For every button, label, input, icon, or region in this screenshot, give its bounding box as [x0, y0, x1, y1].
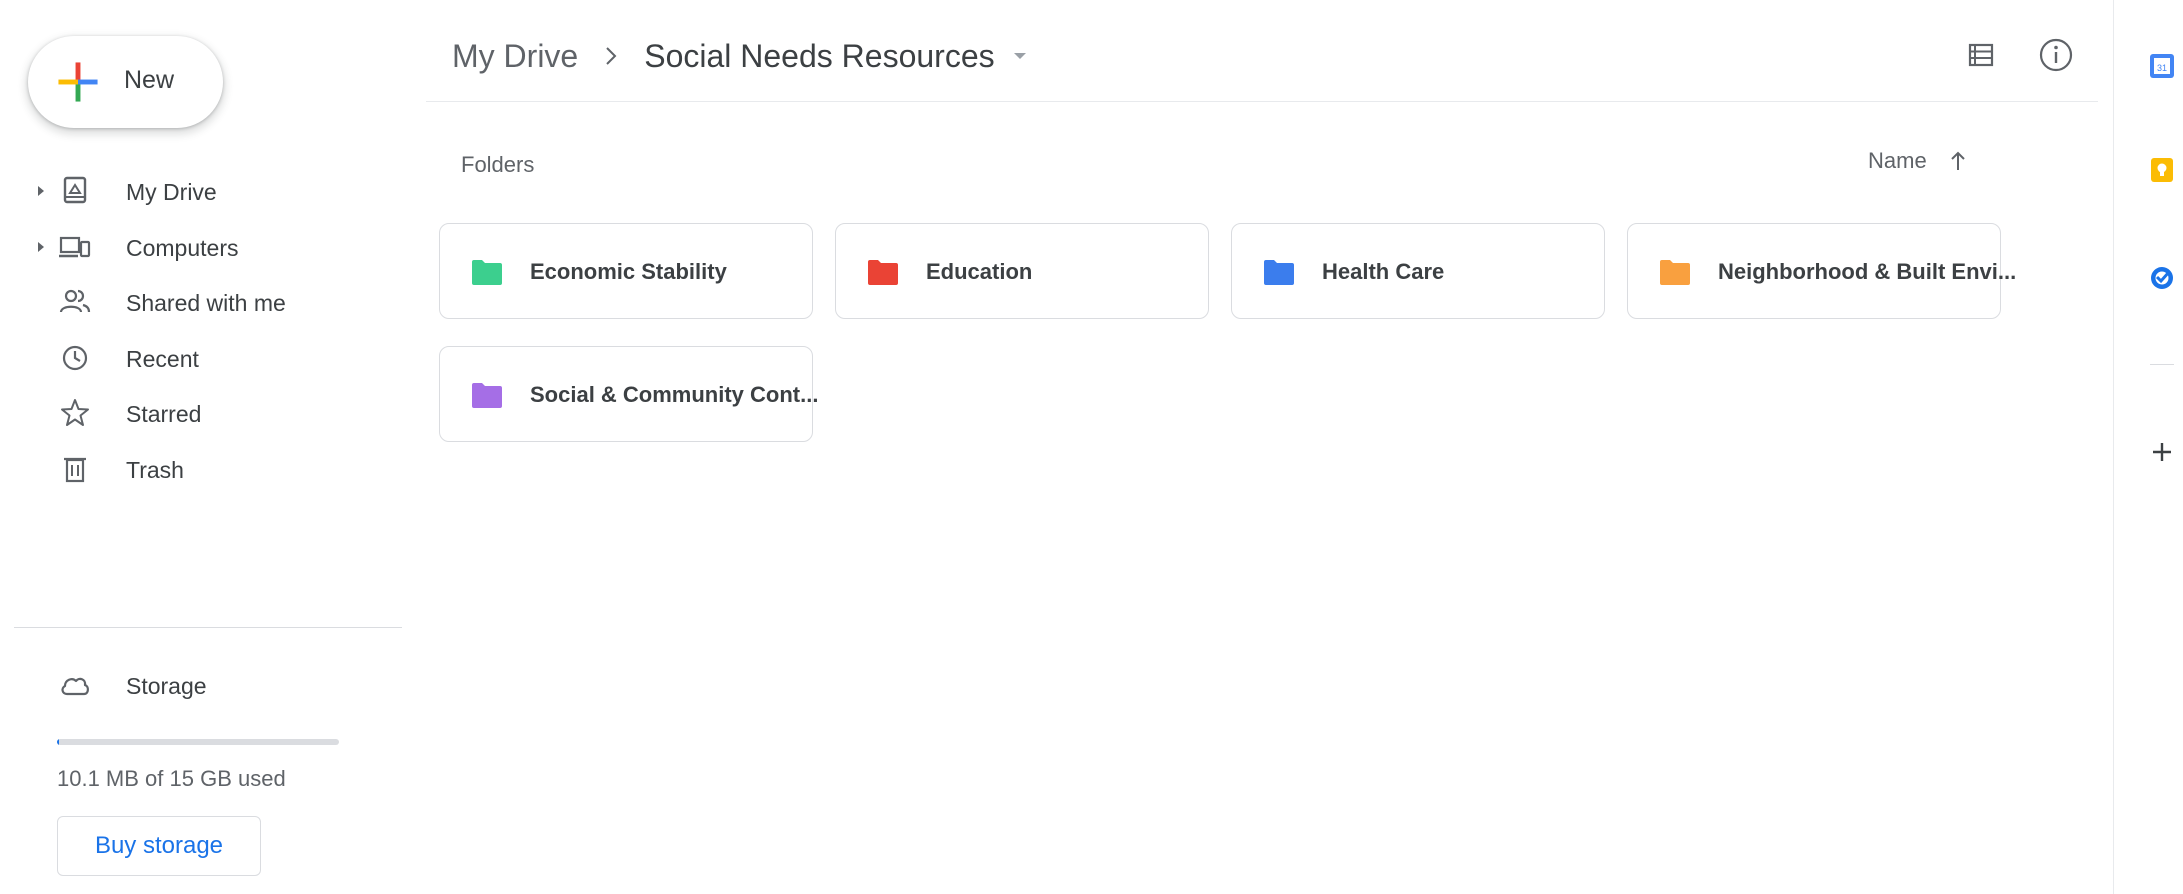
computers-icon — [59, 236, 91, 258]
breadcrumb: My Drive Social Needs Resources — [452, 34, 1027, 78]
chevron-right-icon — [606, 47, 617, 65]
tasks-icon[interactable] — [2148, 264, 2176, 292]
breadcrumb-my-drive[interactable]: My Drive — [452, 38, 578, 75]
folder-card[interactable]: Neighborhood & Built Envi... — [1627, 223, 2016, 319]
folder-card[interactable]: Education — [835, 223, 1209, 319]
arrow-up-icon — [1950, 151, 1965, 170]
sidebar-item-label: My Drive — [126, 179, 217, 205]
dropdown-arrow-icon — [1013, 53, 1026, 59]
sort-label: Name — [1868, 148, 1927, 173]
my-drive-icon — [63, 176, 87, 204]
plus-icon[interactable] — [2148, 438, 2176, 466]
folder-icon — [1264, 260, 1294, 285]
sidebar-divider — [14, 627, 402, 628]
side-panel-separator — [2150, 364, 2174, 365]
shared-with-me-icon — [59, 289, 91, 313]
folder-icon — [472, 383, 502, 408]
sidebar-item-label: Computers — [126, 235, 239, 261]
folder-icon — [868, 260, 898, 285]
header-divider — [426, 101, 2098, 102]
sidebar-item-starred[interactable]: Starred — [0, 385, 400, 441]
info-icon[interactable] — [2035, 34, 2077, 76]
new-button[interactable]: New — [28, 36, 223, 128]
storage-progress-bar — [57, 739, 339, 745]
sidebar-item-recent[interactable]: Recent — [0, 330, 400, 386]
folder-card[interactable]: Social & Community Cont... — [439, 346, 818, 442]
folder-card[interactable]: Health Care — [1231, 223, 1605, 319]
folder-name: Social & Community Cont... — [530, 382, 819, 407]
trash-icon — [64, 457, 86, 483]
buy-storage-button[interactable]: Buy storage — [57, 816, 261, 876]
sidebar-item-label: Trash — [126, 457, 184, 483]
folder-icon — [472, 260, 502, 285]
plus-icon — [58, 62, 98, 102]
breadcrumb-current-label: Social Needs Resources — [644, 37, 995, 74]
clock-icon — [62, 345, 88, 371]
folder-name: Health Care — [1322, 259, 1445, 284]
sidebar-item-trash[interactable]: Trash — [0, 441, 400, 497]
folder-icon — [1660, 260, 1690, 285]
sidebar-item-label: Recent — [126, 346, 199, 372]
new-button-label: New — [124, 66, 175, 94]
sidebar-item-my-drive[interactable]: My Drive — [0, 163, 400, 219]
side-panel-divider — [2113, 0, 2114, 894]
list-view-icon[interactable] — [1960, 34, 2002, 76]
folder-name: Economic Stability — [530, 259, 727, 284]
sidebar-item-label: Shared with me — [126, 290, 286, 316]
caret-right-icon[interactable] — [36, 239, 46, 255]
sidebar-item-shared-with-me[interactable]: Shared with me — [0, 274, 400, 330]
caret-right-icon[interactable] — [36, 183, 46, 199]
folder-name: Neighborhood & Built Envi... — [1718, 259, 2017, 284]
sidebar-item-label: Starred — [126, 401, 202, 427]
cloud-icon — [61, 677, 89, 696]
folders-section-title: Folders — [461, 152, 535, 177]
sidebar-item-storage[interactable]: Storage — [0, 657, 400, 713]
svg-text:31: 31 — [2157, 63, 2167, 73]
folder-card[interactable]: Economic Stability — [439, 223, 813, 319]
star-icon — [61, 399, 89, 426]
storage-progress-fill — [57, 739, 59, 745]
keep-icon[interactable] — [2148, 156, 2176, 184]
sort-by-name-button[interactable]: Name — [1868, 148, 1967, 174]
breadcrumb-current-folder[interactable]: Social Needs Resources — [644, 38, 1026, 75]
sidebar-item-computers[interactable]: Computers — [0, 219, 400, 275]
folder-name: Education — [926, 259, 1033, 284]
calendar-icon[interactable]: 31 — [2148, 52, 2176, 80]
storage-used-text: 10.1 MB of 15 GB used — [57, 766, 286, 791]
storage-label: Storage — [126, 673, 207, 699]
